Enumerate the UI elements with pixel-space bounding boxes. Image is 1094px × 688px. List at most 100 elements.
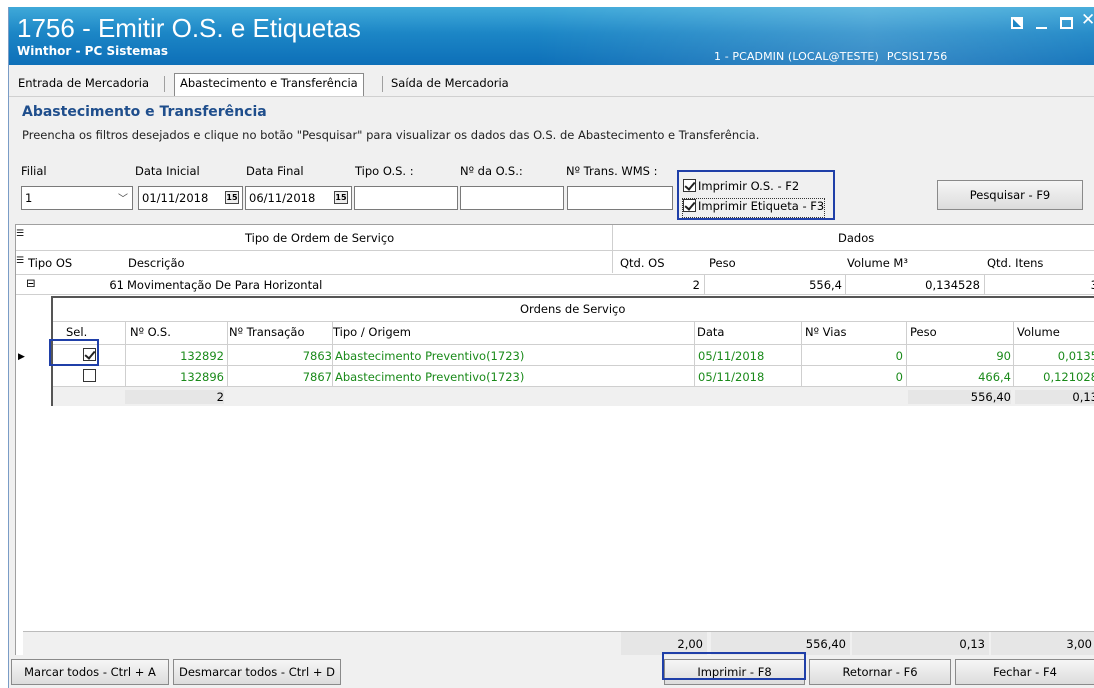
num-os-label: Nº da O.S.: [460, 164, 523, 178]
tab-bar: Entrada de Mercadoria Abastecimento e Tr… [9, 65, 1094, 97]
cell-peso: 556,4 [809, 278, 842, 292]
col-tipo-os[interactable]: Tipo OS [28, 256, 72, 270]
cell-vias: 0 [895, 370, 903, 384]
chevron-down-icon[interactable]: ﹀ [118, 190, 128, 205]
data-inicial-value: 01/11/2018 [142, 191, 209, 205]
data-inicial-field[interactable]: 01/11/2018 15 [138, 186, 243, 210]
checkbox-checked-icon[interactable] [683, 199, 696, 212]
cell-descricao: Movimentação De Para Horizontal [127, 278, 323, 292]
col-vias[interactable]: Nº Vias [805, 325, 847, 339]
minimize-icon[interactable] [1036, 27, 1047, 29]
filial-value: 1 [25, 191, 33, 205]
data-final-field[interactable]: 06/11/2018 15 [245, 186, 352, 210]
marcar-todos-button[interactable]: Marcar todos - Ctrl + A [11, 659, 169, 685]
group-header-dados: Dados [838, 231, 875, 245]
imprimir-highlight [662, 652, 806, 680]
cell-data: 05/11/2018 [698, 349, 765, 363]
window-title: 1756 - Emitir O.S. e Etiquetas [17, 13, 361, 43]
cell-qtd-os: 2 [692, 278, 700, 292]
detail-footer-volume: 0,13 [1015, 390, 1094, 404]
filial-label: Filial [21, 164, 47, 178]
col-peso[interactable]: Peso [709, 256, 736, 270]
section-title: Abastecimento e Transferência [22, 104, 267, 120]
cell-tipo-os: 61 [109, 278, 124, 292]
session-info: 1 - PCADMIN (LOCAL@TESTE) PCSIS1756 [714, 50, 947, 63]
detail-title: Ordens de Serviço [520, 302, 626, 316]
section-description: Preencha os filtros desejados e clique n… [22, 128, 760, 142]
data-final-label: Data Final [246, 164, 304, 178]
cell-volume: 0,121028 [1043, 370, 1094, 384]
cell-volume: 0,134528 [925, 278, 980, 292]
data-inicial-label: Data Inicial [135, 164, 200, 178]
col-num-os[interactable]: Nº O.S. [130, 325, 171, 339]
total-qtd-itens: 3,00 [991, 632, 1094, 655]
cell-num-os: 132892 [180, 349, 224, 363]
col-transacao[interactable]: Nº Transação [229, 325, 305, 339]
main-window: 1756 - Emitir O.S. e Etiquetas Winthor -… [8, 7, 1094, 688]
cell-transacao: 7863 [302, 349, 332, 363]
cell-data: 05/11/2018 [698, 370, 765, 384]
detail-footer-count: 2 [125, 390, 224, 404]
tab-saida-mercadoria[interactable]: Saída de Mercadoria [386, 74, 514, 94]
session-user: 1 - PCADMIN (LOCAL@TESTE) [714, 50, 879, 63]
grid-menu-icon[interactable]: ☰ [16, 229, 24, 239]
window-subtitle: Winthor - PC Sistemas [17, 44, 168, 58]
group-header-tipo-os: Tipo de Ordem de Serviço [245, 231, 395, 245]
title-bar: 1756 - Emitir O.S. e Etiquetas Winthor -… [9, 7, 1094, 65]
col-sel[interactable]: Sel. [66, 325, 87, 339]
cell-vias: 0 [895, 349, 903, 363]
tab-abastecimento-transferencia[interactable]: Abastecimento e Transferência [174, 73, 364, 96]
col-volume[interactable]: Volume M³ [847, 256, 908, 270]
filial-select[interactable]: 1 ﹀ [21, 186, 133, 210]
expand-collapse-icon[interactable]: ⊟ [26, 276, 36, 290]
col-descricao[interactable]: Descrição [128, 256, 185, 270]
row-select-checkbox[interactable] [83, 369, 98, 383]
col-data[interactable]: Data [697, 325, 724, 339]
calendar-icon[interactable]: 15 [225, 191, 239, 204]
pesquisar-button[interactable]: Pesquisar - F9 [937, 180, 1083, 210]
fechar-button[interactable]: Fechar - F4 [955, 659, 1094, 685]
cell-peso: 90 [996, 349, 1011, 363]
num-trans-label: Nº Trans. WMS : [566, 164, 658, 178]
cell-qtd-itens: 3 [986, 278, 1094, 292]
cell-num-os: 132896 [180, 370, 224, 384]
tipo-os-input[interactable] [354, 186, 458, 210]
data-final-value: 06/11/2018 [249, 191, 316, 205]
cell-peso: 466,4 [978, 370, 1011, 384]
col-qtd-itens[interactable]: Qtd. Itens [987, 256, 1043, 270]
cell-tipo-origem: Abastecimento Preventivo(1723) [335, 349, 525, 363]
os-grid: ☰ Tipo de Ordem de Serviço Dados ☰ Tipo … [15, 224, 1094, 656]
tab-entrada-mercadoria[interactable]: Entrada de Mercadoria [13, 74, 154, 94]
tab-divider [382, 76, 383, 92]
col-tipo-origem[interactable]: Tipo / Origem [333, 325, 411, 339]
desmarcar-todos-button[interactable]: Desmarcar todos - Ctrl + D [173, 659, 341, 685]
num-trans-input[interactable] [567, 186, 673, 210]
grid-menu-icon[interactable]: ☰ [16, 256, 24, 266]
restore-layout-icon[interactable] [1011, 17, 1023, 29]
session-routine: PCSIS1756 [886, 50, 948, 63]
imprimir-os-label: Imprimir O.S. - F2 [698, 179, 800, 193]
imprimir-etiqueta-label: Imprimir Etiqueta - F3 [698, 199, 825, 213]
col-volume-detail[interactable]: Volume [1017, 325, 1060, 339]
retornar-button[interactable]: Retornar - F6 [809, 659, 951, 685]
cell-volume: 0,0135 [1057, 349, 1094, 363]
imprimir-os-checkbox[interactable]: Imprimir O.S. - F2 [683, 179, 799, 197]
bottom-toolbar: Marcar todos - Ctrl + A Desmarcar todos … [9, 655, 1094, 688]
calendar-icon[interactable]: 15 [334, 191, 348, 204]
checkbox-checked-icon[interactable] [683, 179, 696, 192]
detail-grid: Ordens de Serviço Sel. Nº O.S. Nº Transa… [51, 296, 1094, 406]
imprimir-etiqueta-checkbox[interactable]: Imprimir Etiqueta - F3 [681, 198, 826, 218]
row-indicator-icon: ▶ [18, 352, 25, 362]
col-peso-detail[interactable]: Peso [910, 325, 937, 339]
detail-footer-peso: 556,40 [908, 390, 1011, 404]
checkbox-unchecked-icon[interactable] [83, 369, 96, 382]
grid-totals-row: 2,00 556,40 0,13 3,00 [23, 631, 1094, 655]
print-options-group: Imprimir O.S. - F2 Imprimir Etiqueta - F… [677, 170, 835, 220]
tab-divider [164, 76, 165, 92]
col-qtd-os[interactable]: Qtd. OS [620, 256, 665, 270]
tipo-os-label: Tipo O.S. : [355, 164, 414, 178]
selection-highlight [49, 339, 99, 366]
close-icon[interactable]: ✕ [1081, 10, 1094, 30]
num-os-input[interactable] [460, 186, 564, 210]
maximize-icon[interactable] [1060, 17, 1073, 29]
